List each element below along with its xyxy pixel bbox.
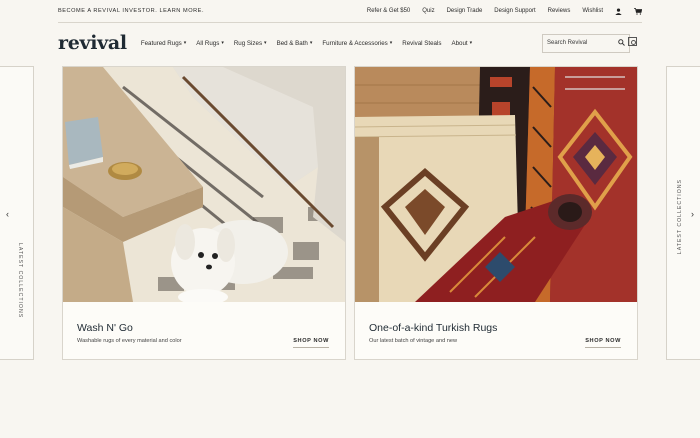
chevron-down-icon: ▾ [264, 40, 267, 46]
nav-menu: Featured Rugs ▾ All Rugs ▾ Rug Sizes ▾ Bed … [141, 40, 542, 47]
shop-now-button[interactable]: SHOP NOW [585, 338, 621, 348]
collection-card-wash-n-go[interactable]: Wash N' Go Washable rugs of every materi… [62, 66, 346, 360]
nav-item-label: Bed & Bath [276, 39, 308, 47]
visual-search-icon[interactable] [628, 37, 637, 46]
chevron-down-icon: ▾ [389, 40, 393, 46]
nav-bed-bath[interactable]: Bed & Bath ▾ [277, 40, 313, 47]
collection-description: Washable rugs of every material and colo… [77, 338, 182, 344]
nav-item-label: Rug Sizes [233, 39, 263, 47]
header-divider [58, 22, 642, 23]
nav-item-label: All Rugs [196, 39, 220, 47]
main-nav: revival Featured Rugs ▾ All Rugs ▾ Rug Siz… [58, 30, 642, 56]
investor-promo-link[interactable]: BECOME A REVIVAL INVESTOR. LEARN MORE. [58, 8, 204, 14]
quiz-link[interactable]: Quiz [422, 8, 434, 14]
nav-about[interactable]: About ▾ [451, 40, 472, 47]
refer-link[interactable]: Refer & Get $50 [367, 8, 410, 14]
nav-furniture-accessories[interactable]: Furniture & Accessories ▾ [322, 40, 392, 47]
search-placeholder: Search Revival [547, 40, 588, 46]
side-tab-label: LATEST COLLECTIONS [17, 243, 23, 319]
nav-revival-steals[interactable]: Revival Steals [402, 40, 441, 47]
search-input[interactable]: Search Revival [542, 33, 630, 53]
collection-card-turkish-rugs[interactable]: One-of-a-kind Turkish Rugs Our latest ba… [354, 66, 638, 360]
nav-item-label: Furniture & Accessories [322, 39, 388, 47]
nav-rug-sizes[interactable]: Rug Sizes ▾ [234, 40, 267, 47]
chevron-down-icon: ▾ [469, 40, 473, 46]
design-trade-link[interactable]: Design Trade [447, 8, 483, 14]
chevron-down-icon: ▾ [183, 40, 187, 46]
chevron-down-icon: ▾ [221, 40, 224, 46]
nav-item-label: Revival Steals [402, 39, 442, 47]
wishlist-link[interactable]: Wishlist [582, 8, 603, 14]
collection-title[interactable]: One-of-a-kind Turkish Rugs [369, 322, 497, 334]
cart-icon[interactable] [634, 7, 642, 15]
chevron-right-icon[interactable]: › [691, 209, 694, 219]
reviews-link[interactable]: Reviews [548, 8, 571, 14]
utility-bar: BECOME A REVIVAL INVESTOR. LEARN MORE. R… [0, 0, 700, 22]
user-icon[interactable] [615, 7, 622, 15]
search-icon[interactable] [615, 38, 625, 48]
collection-title[interactable]: Wash N' Go [77, 322, 133, 334]
latest-collections-prev-tab[interactable]: ‹ LATEST COLLECTIONS [0, 66, 34, 360]
nav-item-label: About [451, 39, 468, 47]
nav-item-label: Featured Rugs [140, 39, 182, 47]
utility-links: Refer & Get $50 Quiz Design Trade Design… [367, 7, 642, 15]
chevron-down-icon: ▾ [309, 40, 313, 46]
latest-collections-next-tab[interactable]: LATEST COLLECTIONS › [666, 66, 700, 360]
collection-description: Our latest batch of vintage and new [369, 338, 458, 344]
nav-featured-rugs[interactable]: Featured Rugs ▾ [141, 40, 186, 47]
shop-now-button[interactable]: SHOP NOW [293, 338, 329, 348]
design-support-link[interactable]: Design Support [494, 8, 535, 14]
nav-all-rugs[interactable]: All Rugs ▾ [196, 40, 224, 47]
collection-image-dog-on-rug[interactable] [63, 67, 345, 302]
collection-image-turkish-rugs[interactable] [355, 67, 637, 302]
revival-logo[interactable]: revival [58, 32, 127, 54]
side-tab-label: LATEST COLLECTIONS [677, 179, 683, 255]
chevron-left-icon[interactable]: ‹ [6, 209, 9, 219]
